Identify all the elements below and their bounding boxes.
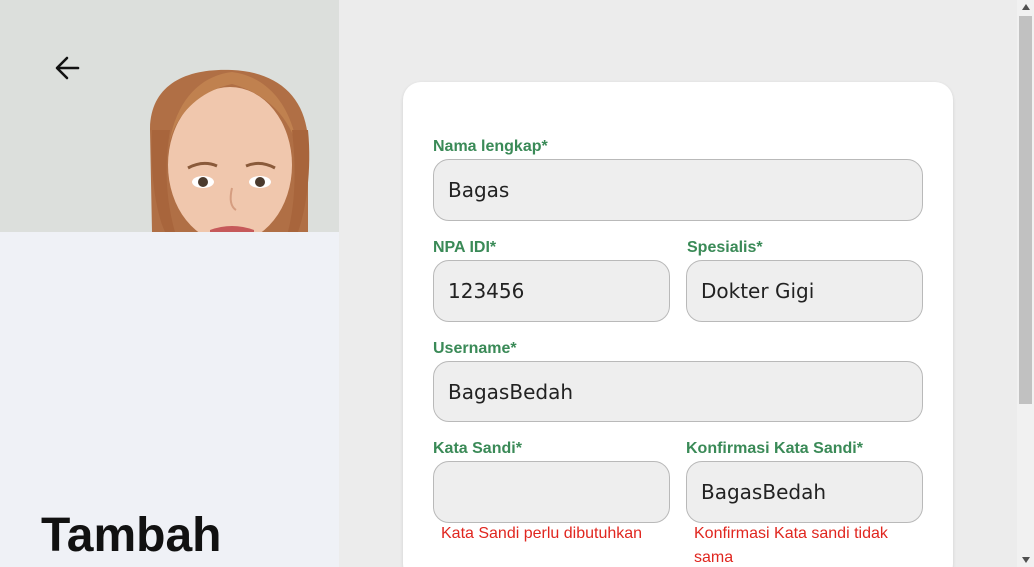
page-scrollbar[interactable]	[1017, 0, 1034, 567]
confirm-password-input[interactable]	[686, 461, 923, 523]
password-input[interactable]	[433, 461, 670, 523]
full-name-input[interactable]	[433, 159, 923, 221]
back-button[interactable]	[47, 48, 87, 88]
confirm-password-error-line1: Konfirmasi Kata sandi tidak	[694, 525, 888, 542]
password-error: Kata Sandi perlu dibutuhkan	[441, 525, 643, 542]
page-title: Tambah	[41, 509, 222, 562]
specialist-label: Spesialis*	[687, 239, 763, 256]
full-name-label: Nama lengkap*	[433, 138, 548, 155]
specialist-input[interactable]	[686, 260, 923, 322]
doctor-photo	[0, 0, 339, 232]
username-input[interactable]	[433, 361, 923, 422]
confirm-password-label: Konfirmasi Kata Sandi*	[686, 440, 863, 457]
scroll-up-button[interactable]	[1017, 0, 1034, 14]
npa-idi-label: NPA IDI*	[433, 239, 497, 256]
triangle-up-icon	[1021, 4, 1030, 10]
password-label: Kata Sandi*	[433, 440, 522, 457]
confirm-password-error-line2: sama	[694, 549, 734, 566]
scroll-down-button[interactable]	[1017, 553, 1034, 567]
npa-idi-input[interactable]	[433, 260, 670, 322]
doctor-portrait-image	[0, 0, 339, 232]
username-label: Username*	[433, 340, 517, 357]
left-panel: Tambah	[0, 0, 339, 567]
arrow-left-icon	[55, 56, 80, 80]
triangle-down-icon	[1021, 557, 1030, 563]
scroll-thumb[interactable]	[1019, 16, 1032, 404]
